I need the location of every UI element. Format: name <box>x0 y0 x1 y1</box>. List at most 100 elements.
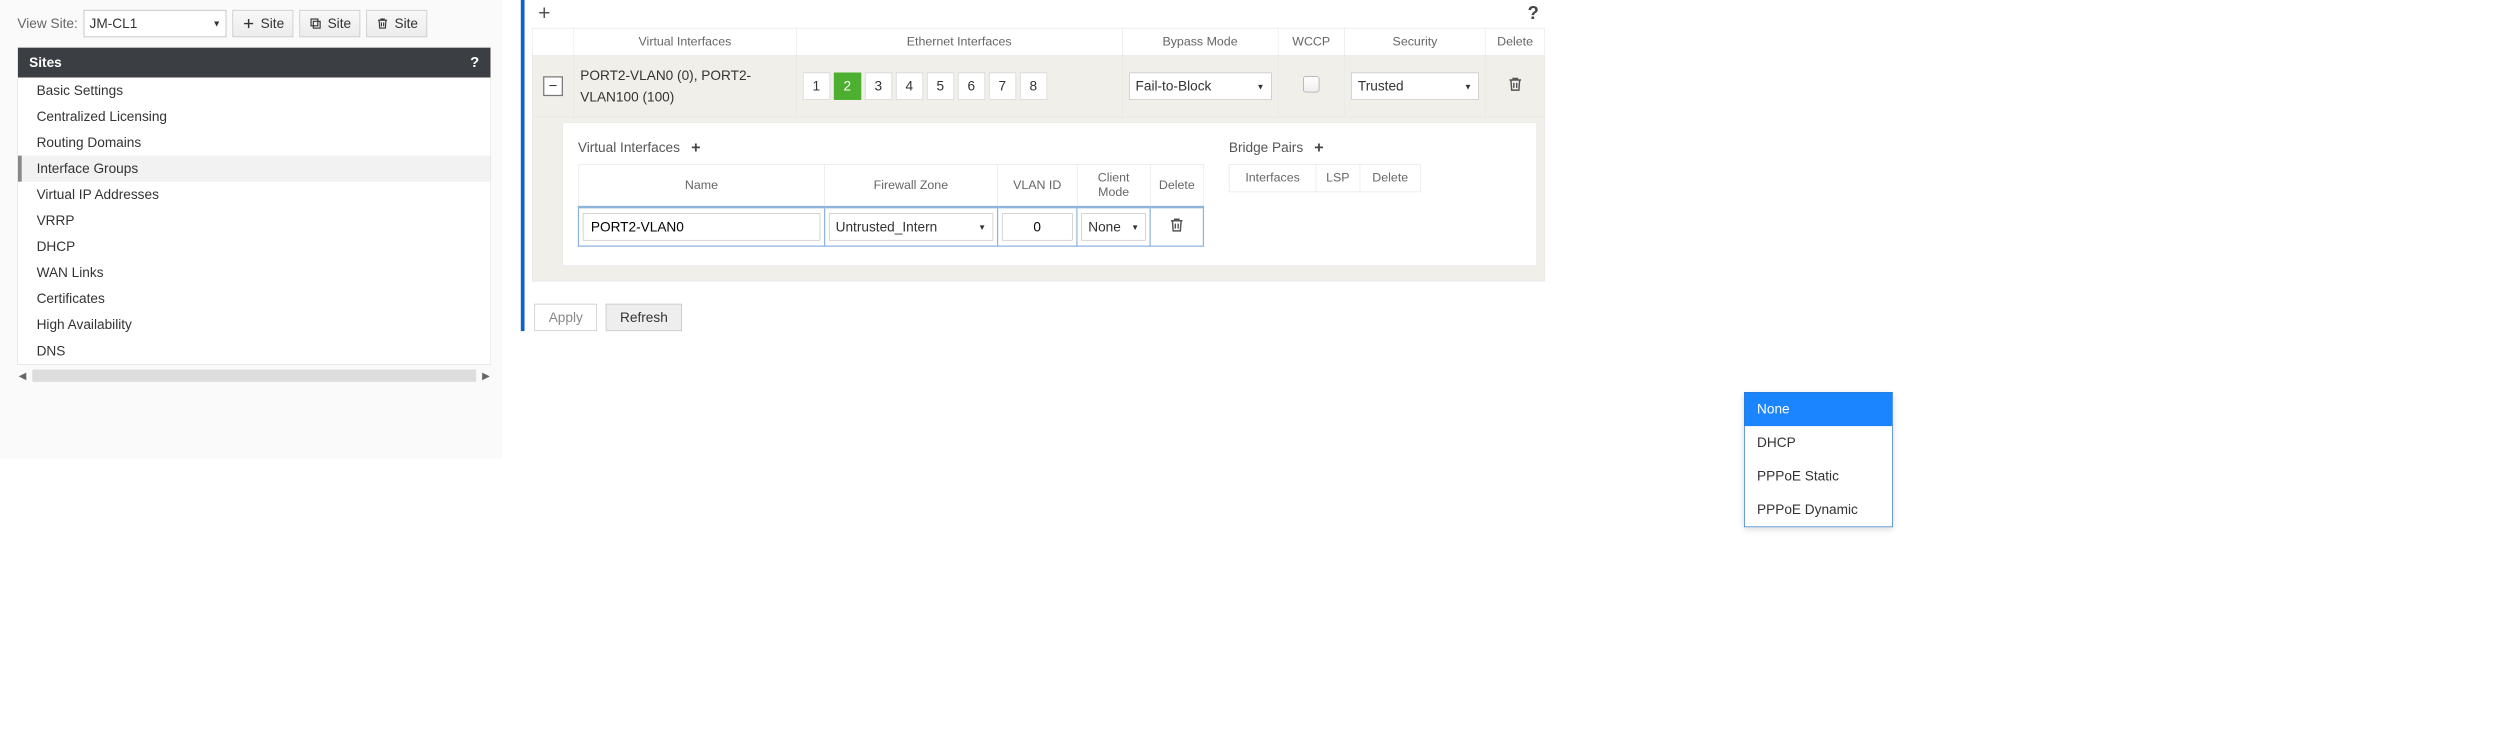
clone-site-label: Site <box>328 16 352 32</box>
right-panel: + ? Virtual Interfaces Ethernet Interfac… <box>521 0 1545 331</box>
security-value: Trusted <box>1358 78 1404 94</box>
delete-row-button[interactable] <box>1506 83 1523 97</box>
expanded-row: Virtual Interfaces + Name Firewall Z <box>532 117 1544 281</box>
delete-vi-button[interactable] <box>1168 223 1185 237</box>
bp-col-lsp: LSP <box>1316 165 1360 192</box>
bp-col-delete: Delete <box>1360 165 1421 192</box>
expanded-subpanel: Virtual Interfaces + Name Firewall Z <box>562 122 1537 266</box>
vi-mode-select[interactable]: None ▼ <box>1081 214 1145 241</box>
plus-icon <box>242 17 256 31</box>
nav-item[interactable]: Interface Groups <box>18 156 490 182</box>
action-bar: Apply Refresh <box>532 304 1545 331</box>
nav-item[interactable]: Basic Settings <box>18 78 490 104</box>
nav-item[interactable]: DHCP <box>18 234 490 260</box>
view-site-label: View Site: <box>17 16 77 32</box>
add-vi-button[interactable]: + <box>691 138 700 157</box>
dropdown-option[interactable]: None <box>1745 393 1893 426</box>
interface-row: − PORT2-VLAN0 (0), PORT2-VLAN100 (100) 1… <box>532 55 1544 117</box>
vi-summary: PORT2-VLAN0 (0), PORT2-VLAN100 (100) <box>580 64 789 108</box>
col-delete: Delete <box>1485 28 1544 55</box>
bp-subtitle: Bridge Pairs <box>1229 139 1303 155</box>
client-mode-dropdown[interactable]: NoneDHCPPPPoE StaticPPPoE Dynamic <box>1744 392 1893 527</box>
bp-subsection: Bridge Pairs + Interfaces LSP <box>1229 138 1421 193</box>
port-button[interactable]: 4 <box>896 73 923 100</box>
vi-zone-select[interactable]: Untrusted_Intern ▼ <box>829 214 993 241</box>
col-wccp: WCCP <box>1278 28 1345 55</box>
site-select[interactable]: JM-CL1 ▼ <box>84 10 227 37</box>
vi-col-name: Name <box>578 165 824 207</box>
bp-col-interfaces: Interfaces <box>1229 165 1316 192</box>
scroll-track[interactable] <box>32 370 476 382</box>
add-row-button[interactable]: + <box>538 1 550 25</box>
nav-item[interactable]: Centralized Licensing <box>18 104 490 130</box>
dropdown-option[interactable]: PPPoE Static <box>1745 460 1893 493</box>
apply-button[interactable]: Apply <box>534 304 597 331</box>
port-button[interactable]: 7 <box>989 73 1016 100</box>
nav-panel: Sites ? Basic SettingsCentralized Licens… <box>17 47 491 364</box>
port-button[interactable]: 8 <box>1020 73 1047 100</box>
grid-topbar: + ? <box>532 0 1545 28</box>
vi-row: Untrusted_Intern ▼ <box>578 207 1203 246</box>
refresh-button[interactable]: Refresh <box>606 304 682 331</box>
nav-items: Basic SettingsCentralized LicensingRouti… <box>18 78 490 364</box>
col-bypass: Bypass Mode <box>1122 28 1278 55</box>
wccp-checkbox[interactable] <box>1303 76 1319 92</box>
nav-item[interactable]: Routing Domains <box>18 130 490 156</box>
chevron-down-icon: ▼ <box>212 19 221 29</box>
port-button[interactable]: 5 <box>927 73 954 100</box>
chevron-down-icon: ▼ <box>1257 82 1265 91</box>
vi-table: Name Firewall Zone VLAN ID Client Mode D… <box>578 165 1204 247</box>
add-bp-button[interactable]: + <box>1314 138 1323 157</box>
dropdown-option[interactable]: DHCP <box>1745 426 1893 459</box>
collapse-button[interactable]: − <box>543 76 563 96</box>
grid-help-icon[interactable]: ? <box>1527 3 1538 24</box>
vi-col-zone: Firewall Zone <box>824 165 997 207</box>
bp-table: Interfaces LSP Delete <box>1229 165 1421 193</box>
security-select[interactable]: Trusted ▼ <box>1351 73 1479 100</box>
delete-site-label: Site <box>394 16 418 32</box>
nav-item[interactable]: WAN Links <box>18 260 490 286</box>
nav-help-icon[interactable]: ? <box>470 54 479 71</box>
port-button[interactable]: 1 <box>803 73 830 100</box>
vi-subsection: Virtual Interfaces + Name Firewall Z <box>578 138 1204 247</box>
ethernet-ports: 12345678 <box>803 73 1116 100</box>
delete-site-button[interactable]: Site <box>367 10 428 37</box>
col-ei: Ethernet Interfaces <box>796 28 1122 55</box>
vi-subtitle: Virtual Interfaces <box>578 139 680 155</box>
trash-icon <box>1506 76 1523 93</box>
add-site-label: Site <box>261 16 285 32</box>
copy-icon <box>309 17 323 31</box>
scroll-right-icon[interactable]: ▶ <box>481 368 491 383</box>
vi-col-mode: Client Mode <box>1077 165 1150 207</box>
site-select-value: JM-CL1 <box>90 16 138 32</box>
add-site-button[interactable]: Site <box>233 10 294 37</box>
bypass-mode-select[interactable]: Fail-to-Block ▼ <box>1129 73 1272 100</box>
interface-grid: Virtual Interfaces Ethernet Interfaces B… <box>532 28 1545 282</box>
port-button[interactable]: 3 <box>865 73 892 100</box>
nav-item[interactable]: Virtual IP Addresses <box>18 182 490 208</box>
bypass-mode-value: Fail-to-Block <box>1136 78 1212 94</box>
horizontal-scrollbar[interactable]: ◀ ▶ <box>17 368 491 383</box>
dropdown-option[interactable]: PPPoE Dynamic <box>1745 493 1893 526</box>
nav-item[interactable]: High Availability <box>18 312 490 338</box>
vi-col-delete: Delete <box>1150 165 1203 207</box>
port-button[interactable]: 2 <box>834 73 861 100</box>
col-security: Security <box>1345 28 1486 55</box>
nav-header: Sites ? <box>18 48 490 78</box>
chevron-down-icon: ▼ <box>1464 82 1472 91</box>
chevron-down-icon: ▼ <box>1131 223 1139 232</box>
nav-item[interactable]: Certificates <box>18 286 490 312</box>
nav-item[interactable]: DNS <box>18 338 490 364</box>
vi-vlan-input[interactable] <box>1002 214 1073 241</box>
trash-icon <box>1168 217 1185 234</box>
vi-name-input[interactable] <box>583 214 820 241</box>
vi-col-vlan: VLAN ID <box>997 165 1077 207</box>
nav-item[interactable]: VRRP <box>18 208 490 234</box>
vi-zone-value: Untrusted_Intern <box>836 219 938 235</box>
col-vi: Virtual Interfaces <box>574 28 796 55</box>
right-panel-wrap: + ? Virtual Interfaces Ethernet Interfac… <box>502 0 1551 459</box>
trash-icon <box>376 17 390 31</box>
scroll-left-icon[interactable]: ◀ <box>17 368 27 383</box>
clone-site-button[interactable]: Site <box>300 10 361 37</box>
port-button[interactable]: 6 <box>958 73 985 100</box>
